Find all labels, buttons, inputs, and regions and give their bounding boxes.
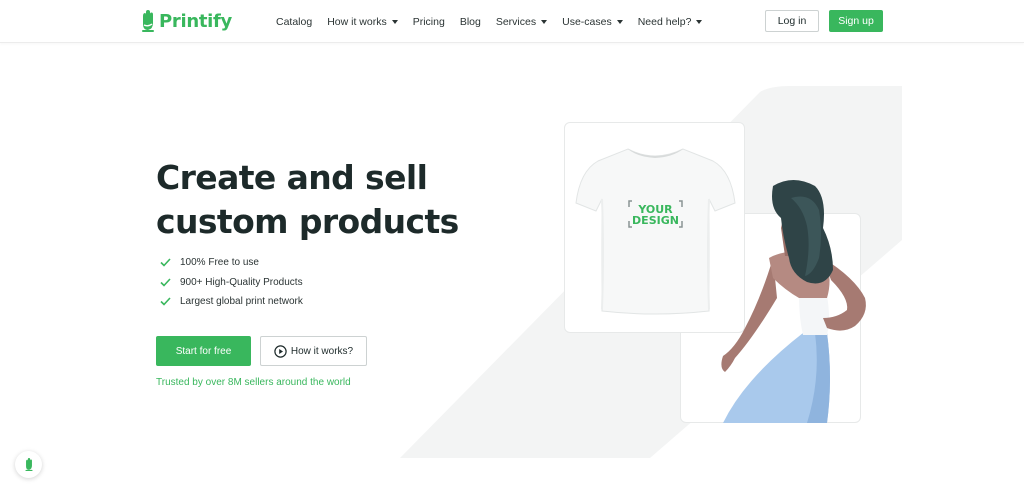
site-header: Printify Catalog How it works Pricing Bl… <box>0 0 1024 43</box>
chevron-down-icon <box>696 19 703 24</box>
nav-item-blog[interactable]: Blog <box>460 16 481 28</box>
woman-illustration <box>721 180 866 423</box>
check-icon <box>160 297 171 306</box>
how-it-works-button[interactable]: How it works? <box>260 336 367 366</box>
hero-title: Create and sell custom products <box>156 156 486 244</box>
feature-list: 100% Free to use 900+ High-Quality Produ… <box>160 253 303 312</box>
start-for-free-button[interactable]: Start for free <box>156 336 251 366</box>
nav-item-label: Use-cases <box>562 15 612 28</box>
feature-item: 900+ High-Quality Products <box>160 273 303 293</box>
main-nav: Catalog How it works Pricing Blog Servic… <box>276 0 717 43</box>
nav-item-how-it-works[interactable]: How it works <box>327 16 398 28</box>
trusted-text: Trusted by over 8M sellers around the wo… <box>156 377 351 388</box>
feature-item: 100% Free to use <box>160 253 303 273</box>
nav-item-label: How it works <box>327 15 387 28</box>
how-it-works-label: How it works? <box>290 345 354 357</box>
brand-name: Printify <box>159 10 232 32</box>
chevron-down-icon <box>391 19 398 24</box>
nav-item-label: Catalog <box>276 15 313 28</box>
nav-item-pricing[interactable]: Pricing <box>413 16 445 28</box>
login-button[interactable]: Log in <box>765 10 819 32</box>
chevron-down-icon <box>616 19 623 24</box>
printify-hand-logo-icon <box>142 10 154 32</box>
play-circle-icon <box>274 344 287 358</box>
nav-item-use-cases[interactable]: Use-cases <box>562 16 623 28</box>
tshirt-image: YOUR DESIGN <box>575 148 736 315</box>
nav-item-label: Need help? <box>637 15 692 28</box>
printify-hand-chat-icon <box>24 458 33 471</box>
nav-item-label: Blog <box>459 15 481 28</box>
feature-item: Largest global print network <box>160 292 303 312</box>
page: Printify Catalog How it works Pricing Bl… <box>0 0 1024 492</box>
feature-label: 900+ High-Quality Products <box>180 276 303 288</box>
hero-title-line: custom products <box>156 202 459 241</box>
feature-label: 100% Free to use <box>180 257 259 269</box>
nav-item-need-help[interactable]: Need help? <box>638 16 703 28</box>
nav-item-label: Services <box>495 15 537 28</box>
chevron-down-icon <box>541 19 548 24</box>
check-icon <box>160 258 171 267</box>
nav-item-catalog[interactable]: Catalog <box>276 16 312 28</box>
printify-logo[interactable]: Printify <box>140 9 232 33</box>
support-chat-button[interactable] <box>15 451 42 478</box>
nav-item-label: Pricing <box>412 15 445 28</box>
hero-title-line: Create and sell <box>156 158 428 197</box>
feature-label: Largest global print network <box>180 296 303 308</box>
nav-item-services[interactable]: Services <box>495 15 548 28</box>
tshirt-print-line: DESIGN <box>632 214 679 227</box>
check-icon <box>160 278 171 287</box>
signup-button[interactable]: Sign up <box>829 10 883 32</box>
